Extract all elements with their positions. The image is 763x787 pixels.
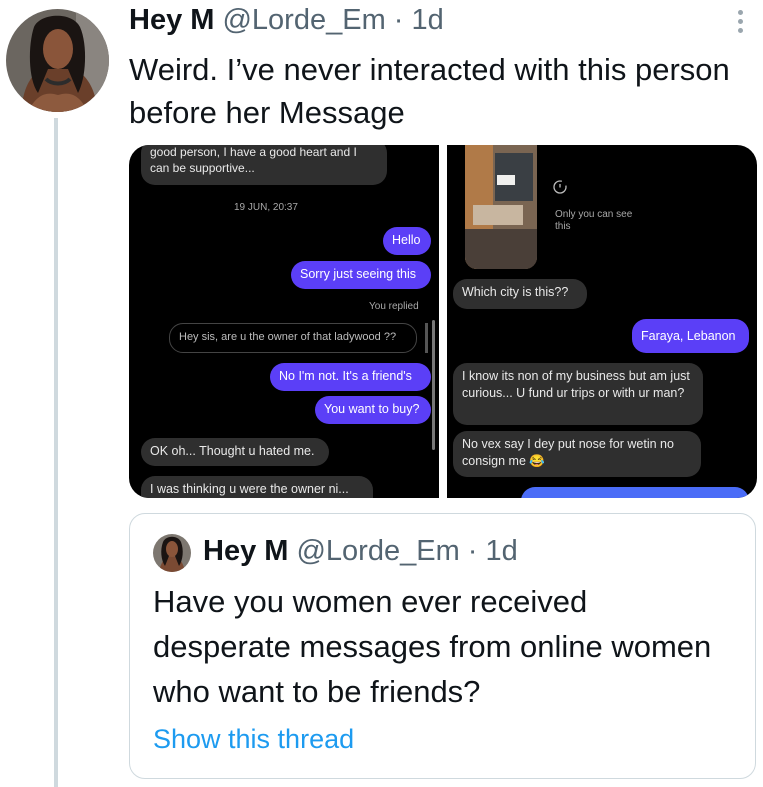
quoted-separator: · [467, 535, 478, 567]
message-incoming: OK oh... Thought u hated me. [141, 438, 329, 466]
tweet-media[interactable]: good person, I have a good heart and I c… [129, 145, 757, 498]
message-incoming: No vex say I dey put nose for wetin no c… [453, 431, 701, 477]
message-outgoing: You want to buy? [315, 396, 431, 424]
quoted-handle: @Lorde_Em [296, 535, 460, 567]
quoted-tweet-text: Have you women ever received desperate m… [153, 584, 712, 709]
avatar[interactable] [6, 9, 109, 112]
timestamp[interactable]: 1d [412, 4, 444, 36]
quoted-tweet[interactable]: Hey M @Lorde_Em · 1d Have you women ever… [129, 513, 756, 779]
quoted-header: Hey M @Lorde_Em · 1d [203, 535, 518, 568]
message-outgoing: Faraya, Lebanon [632, 319, 749, 353]
reply-bar [425, 323, 428, 353]
message-outgoing: No I'm not. It's a friend's [270, 363, 431, 391]
show-thread-link[interactable]: Show this thread [153, 724, 354, 755]
tweet-header: Hey M @Lorde_Em · 1d [129, 4, 444, 37]
quoted-timestamp: 1d [485, 535, 518, 567]
handle[interactable]: @Lorde_Em [222, 4, 385, 36]
chat-screenshot-left[interactable]: good person, I have a good heart and I c… [129, 145, 439, 498]
message-incoming: I was thinking u were the owner ni... [141, 476, 373, 498]
message-incoming: I know its non of my business but am jus… [453, 363, 703, 425]
quoted-display-name: Hey M [203, 535, 289, 567]
view-once-label: Only you can see this [555, 209, 633, 232]
message-outgoing-partial [521, 487, 749, 498]
scrollbar[interactable] [432, 320, 435, 450]
message-outgoing: Sorry just seeing this [291, 261, 431, 289]
replied-label: You replied [369, 301, 419, 312]
reply-quote: Hey sis, are u the owner of that ladywoo… [169, 323, 417, 353]
shared-photo[interactable] [465, 145, 537, 269]
display-name[interactable]: Hey M [129, 4, 214, 36]
message-incoming: good person, I have a good heart and I c… [141, 145, 387, 185]
thread-line [54, 118, 58, 787]
view-once-icon [552, 179, 568, 195]
separator: · [393, 4, 404, 36]
more-options-icon[interactable] [728, 10, 752, 36]
message-outgoing: Hello [383, 227, 431, 255]
chat-screenshot-right[interactable]: Only you can see this Which city is this… [447, 145, 757, 498]
message-timestamp: 19 JUN, 20:37 [234, 202, 298, 213]
message-incoming: Which city is this?? [453, 279, 587, 309]
tweet-text: Weird. I’ve never interacted with this p… [129, 52, 730, 130]
quoted-avatar [153, 534, 191, 572]
